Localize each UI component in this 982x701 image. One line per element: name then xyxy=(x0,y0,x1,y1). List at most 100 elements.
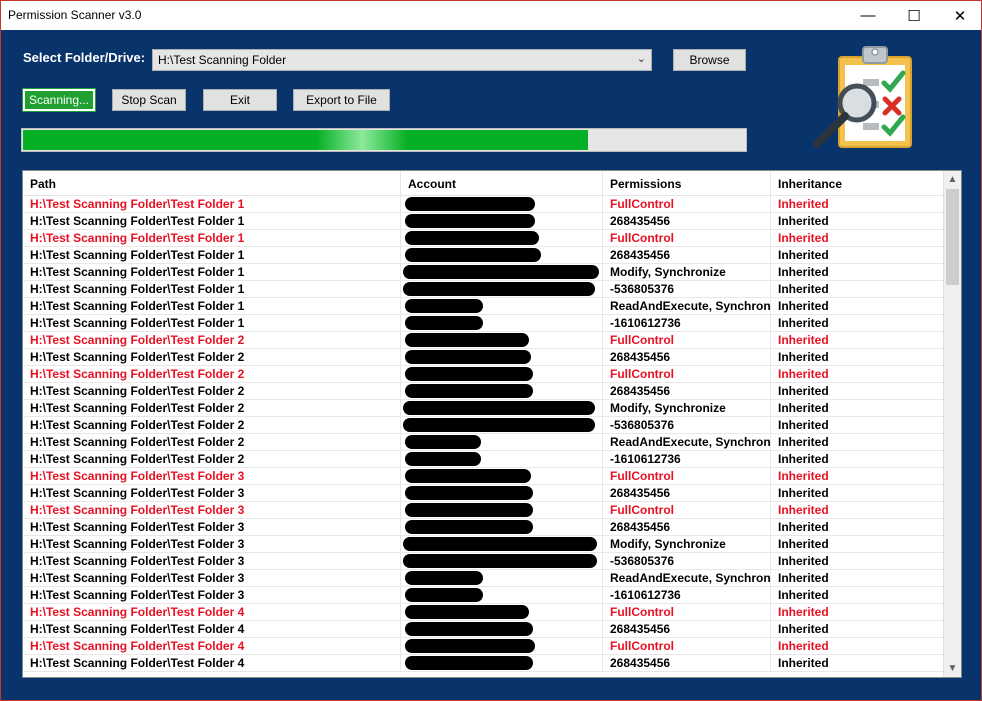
table-row[interactable]: H:\Test Scanning Folder\Test Folder 2 268… xyxy=(23,349,943,366)
inheritance-cell: Inherited xyxy=(778,282,829,296)
minimize-button[interactable]: — xyxy=(845,1,891,30)
redaction-mark xyxy=(403,265,599,279)
account-cell xyxy=(401,434,603,451)
path-cell: H:\Test Scanning Folder\Test Folder 2 xyxy=(23,349,401,366)
table-row[interactable]: H:\Test Scanning Folder\Test Folder 2 -53… xyxy=(23,417,943,434)
table-row[interactable]: H:\Test Scanning Folder\Test Folder 1 Mod… xyxy=(23,264,943,281)
table-row[interactable]: H:\Test Scanning Folder\Test Folder 1 Rea… xyxy=(23,298,943,315)
account-cell xyxy=(401,383,603,400)
path-cell: H:\Test Scanning Folder\Test Folder 2 xyxy=(23,400,401,417)
path-cell: H:\Test Scanning Folder\Test Folder 3 xyxy=(23,485,401,502)
table-row[interactable]: H:\Test Scanning Folder\Test Folder 3 268… xyxy=(23,485,943,502)
path-cell: H:\Test Scanning Folder\Test Folder 1 xyxy=(23,264,401,281)
permissions-cell: -536805376 xyxy=(603,553,771,570)
inheritance-cell: Inherited xyxy=(778,639,829,653)
account-cell xyxy=(401,502,603,519)
table-row[interactable]: H:\Test Scanning Folder\Test Folder 3 Rea… xyxy=(23,570,943,587)
inheritance-cell: Inherited xyxy=(778,537,829,551)
permissions-cell: -536805376 xyxy=(603,281,771,298)
path-cell: H:\Test Scanning Folder\Test Folder 3 xyxy=(23,587,401,604)
account-cell xyxy=(401,230,603,247)
inheritance-cell: Inherited xyxy=(778,231,829,245)
redaction-mark xyxy=(405,486,533,500)
scroll-thumb[interactable] xyxy=(946,189,959,285)
scroll-up-icon[interactable]: ▲ xyxy=(944,171,961,188)
path-cell: H:\Test Scanning Folder\Test Folder 1 xyxy=(23,247,401,264)
scan-button[interactable]: Scanning... xyxy=(22,88,96,112)
table-row[interactable]: H:\Test Scanning Folder\Test Folder 4 268… xyxy=(23,655,943,672)
exit-button[interactable]: Exit xyxy=(203,89,277,111)
stop-scan-button[interactable]: Stop Scan xyxy=(112,89,186,111)
path-cell: H:\Test Scanning Folder\Test Folder 3 xyxy=(23,468,401,485)
redaction-mark xyxy=(405,316,483,330)
column-header-inheritance[interactable]: Inheritance xyxy=(771,171,943,196)
table-row[interactable]: H:\Test Scanning Folder\Test Folder 1 Ful… xyxy=(23,230,943,247)
inheritance-cell: Inherited xyxy=(778,197,829,211)
inheritance-cell: Inherited xyxy=(778,299,829,313)
path-cell: H:\Test Scanning Folder\Test Folder 4 xyxy=(23,604,401,621)
path-cell: H:\Test Scanning Folder\Test Folder 2 xyxy=(23,434,401,451)
permissions-cell: 268435456 xyxy=(603,383,771,400)
table-row[interactable]: H:\Test Scanning Folder\Test Folder 3 Ful… xyxy=(23,468,943,485)
column-header-permissions[interactable]: Permissions xyxy=(603,171,771,196)
table-row[interactable]: H:\Test Scanning Folder\Test Folder 3 Mod… xyxy=(23,536,943,553)
table-row[interactable]: H:\Test Scanning Folder\Test Folder 2 Rea… xyxy=(23,434,943,451)
table-row[interactable]: H:\Test Scanning Folder\Test Folder 1 268… xyxy=(23,247,943,264)
permissions-cell: Modify, Synchronize xyxy=(603,400,771,417)
inheritance-cell: Inherited xyxy=(778,265,829,279)
permissions-cell: FullControl xyxy=(603,502,771,519)
close-button[interactable]: ✕ xyxy=(937,1,982,30)
chevron-down-icon[interactable]: ⌄ xyxy=(637,52,646,65)
redaction-mark xyxy=(405,656,533,670)
account-cell xyxy=(401,213,603,230)
maximize-button[interactable]: ☐ xyxy=(891,1,937,30)
redaction-mark xyxy=(403,418,595,432)
path-cell: H:\Test Scanning Folder\Test Folder 1 xyxy=(23,298,401,315)
redaction-mark xyxy=(405,452,481,466)
redaction-mark xyxy=(405,605,529,619)
account-cell xyxy=(401,519,603,536)
table-row[interactable]: H:\Test Scanning Folder\Test Folder 3 -53… xyxy=(23,553,943,570)
table-row[interactable]: H:\Test Scanning Folder\Test Folder 4 268… xyxy=(23,621,943,638)
path-cell: H:\Test Scanning Folder\Test Folder 2 xyxy=(23,383,401,400)
results-table[interactable]: Path Account Permissions Inheritance H:\… xyxy=(22,170,962,678)
account-cell xyxy=(401,570,603,587)
permissions-cell: -536805376 xyxy=(603,417,771,434)
table-row[interactable]: H:\Test Scanning Folder\Test Folder 2 268… xyxy=(23,383,943,400)
column-header-path[interactable]: Path xyxy=(23,171,401,196)
vertical-scrollbar[interactable]: ▲ ▼ xyxy=(943,171,961,677)
inheritance-cell: Inherited xyxy=(778,435,829,449)
table-row[interactable]: H:\Test Scanning Folder\Test Folder 3 268… xyxy=(23,519,943,536)
table-row[interactable]: H:\Test Scanning Folder\Test Folder 1 -16… xyxy=(23,315,943,332)
table-row[interactable]: H:\Test Scanning Folder\Test Folder 2 Mod… xyxy=(23,400,943,417)
account-cell xyxy=(401,264,603,281)
account-cell xyxy=(401,638,603,655)
scroll-down-icon[interactable]: ▼ xyxy=(944,660,961,677)
table-row[interactable]: H:\Test Scanning Folder\Test Folder 1 268… xyxy=(23,213,943,230)
table-row[interactable]: H:\Test Scanning Folder\Test Folder 2 Ful… xyxy=(23,366,943,383)
folder-select[interactable]: H:\Test Scanning Folder ⌄ xyxy=(152,49,652,71)
table-row[interactable]: H:\Test Scanning Folder\Test Folder 3 Ful… xyxy=(23,502,943,519)
account-cell xyxy=(401,655,603,672)
column-header-account[interactable]: Account xyxy=(401,171,603,196)
folder-select-value: H:\Test Scanning Folder xyxy=(158,53,287,67)
inheritance-cell: Inherited xyxy=(778,486,829,500)
path-cell: H:\Test Scanning Folder\Test Folder 2 xyxy=(23,366,401,383)
path-cell: H:\Test Scanning Folder\Test Folder 1 xyxy=(23,315,401,332)
table-row[interactable]: H:\Test Scanning Folder\Test Folder 3 -16… xyxy=(23,587,943,604)
browse-button[interactable]: Browse xyxy=(673,49,746,71)
table-row[interactable]: H:\Test Scanning Folder\Test Folder 1 Ful… xyxy=(23,196,943,213)
table-row[interactable]: H:\Test Scanning Folder\Test Folder 1 -53… xyxy=(23,281,943,298)
path-cell: H:\Test Scanning Folder\Test Folder 1 xyxy=(23,196,401,213)
table-row[interactable]: H:\Test Scanning Folder\Test Folder 4 Ful… xyxy=(23,604,943,621)
path-cell: H:\Test Scanning Folder\Test Folder 4 xyxy=(23,621,401,638)
redaction-mark xyxy=(405,622,533,636)
table-row[interactable]: H:\Test Scanning Folder\Test Folder 2 Ful… xyxy=(23,332,943,349)
table-row[interactable]: H:\Test Scanning Folder\Test Folder 4 Ful… xyxy=(23,638,943,655)
path-cell: H:\Test Scanning Folder\Test Folder 3 xyxy=(23,536,401,553)
account-cell xyxy=(401,536,603,553)
progress-fill xyxy=(23,130,588,150)
export-button[interactable]: Export to File xyxy=(293,89,390,111)
table-row[interactable]: H:\Test Scanning Folder\Test Folder 2 -16… xyxy=(23,451,943,468)
redaction-mark xyxy=(405,520,533,534)
